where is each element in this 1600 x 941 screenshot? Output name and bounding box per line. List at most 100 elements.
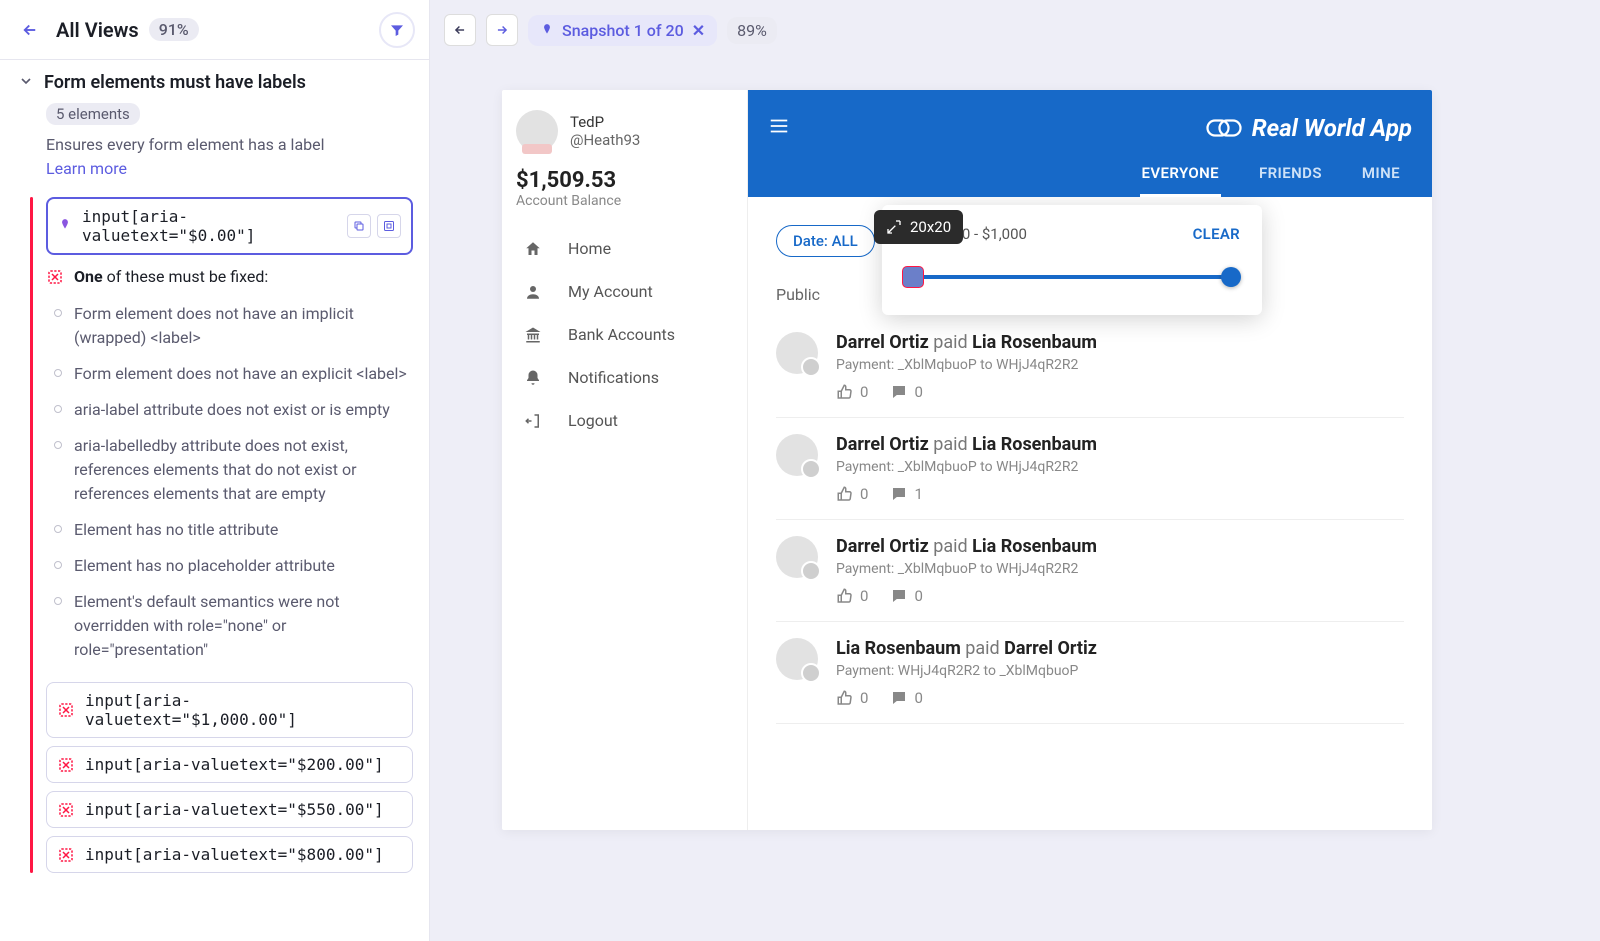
comment-count[interactable]: 1	[890, 485, 922, 503]
account-balance: $1,509.53	[516, 168, 733, 193]
fix-item: Element's default semantics were not ove…	[54, 584, 413, 668]
element-selector-row[interactable]: input[aria-valuetext="$1,000.00"]	[46, 682, 413, 738]
transaction-item[interactable]: Darrel Ortiz paid Lia Rosenbaum Payment: …	[776, 316, 1404, 418]
thumbs-up-icon	[836, 383, 854, 401]
slider-track	[908, 275, 1236, 279]
crosshair-icon	[57, 756, 75, 774]
sidebar-item-my-account[interactable]: My Account	[516, 270, 733, 313]
snapshot-close-button[interactable]: ✕	[692, 21, 705, 40]
active-element-selector[interactable]: input[aria-valuetext="$0.00"]	[46, 197, 413, 255]
amount-range-slider[interactable]	[904, 267, 1240, 287]
crosshair-icon	[57, 801, 75, 819]
fix-item: Form element does not have an implicit (…	[54, 296, 413, 356]
sidebar-item-logout[interactable]: Logout	[516, 399, 733, 442]
fix-item: Form element does not have an explicit <…	[54, 356, 413, 392]
avatar	[776, 434, 818, 476]
transaction-title: Darrel Ortiz paid Lia Rosenbaum	[836, 332, 1404, 353]
clear-range-button[interactable]: CLEAR	[1193, 225, 1240, 243]
sidebar-item-notifications[interactable]: Notifications	[516, 356, 733, 399]
thumbs-up-icon	[836, 689, 854, 707]
copy-selector-button[interactable]	[347, 214, 371, 238]
tab-friends[interactable]: FRIENDS	[1257, 152, 1324, 197]
slider-handle-max[interactable]	[1221, 267, 1241, 287]
comment-count[interactable]: 0	[890, 383, 922, 401]
notifications-icon	[522, 369, 544, 387]
fix-header: One of these must be fixed:	[74, 267, 268, 286]
inspect-element-button[interactable]	[377, 214, 401, 238]
transaction-title: Darrel Ortiz paid Lia Rosenbaum	[836, 536, 1404, 557]
tab-everyone[interactable]: EVERYONE	[1140, 152, 1221, 197]
comment-count[interactable]: 0	[890, 689, 922, 707]
element-size-tooltip: 20x20	[874, 210, 963, 244]
transaction-item[interactable]: Lia Rosenbaum paid Darrel Ortiz Payment: …	[776, 622, 1404, 724]
preview-frame: TedP @Heath93 $1,509.53 Account Balance …	[502, 90, 1432, 830]
transaction-subtitle: Payment: WHjJ4qR2R2 to _XblMqbuoP	[836, 663, 1404, 679]
comment-icon	[890, 689, 908, 707]
sidebar-item-home[interactable]: Home	[516, 227, 733, 270]
like-count[interactable]: 0	[836, 383, 868, 401]
fix-item: aria-labelledby attribute does not exist…	[54, 428, 413, 512]
issue-description: Ensures every form element has a label	[46, 135, 325, 154]
transaction-title: Lia Rosenbaum paid Darrel Ortiz	[836, 638, 1404, 659]
comment-icon	[890, 587, 908, 605]
resize-icon	[886, 219, 902, 235]
thumbs-up-icon	[836, 485, 854, 503]
fix-item: Element has no title attribute	[54, 512, 413, 548]
fix-item: aria-label attribute does not exist or i…	[54, 392, 413, 428]
pin-icon	[58, 217, 72, 236]
elements-count-badge: 5 elements	[46, 103, 140, 125]
zoom-indicator: 89%	[727, 17, 777, 44]
tree-line	[30, 197, 33, 873]
logout-icon	[522, 412, 544, 430]
selector-text: input[aria-valuetext="$0.00"]	[82, 207, 337, 245]
date-filter-chip[interactable]: Date: ALL	[776, 225, 875, 257]
transaction-subtitle: Payment: _XblMqbuoP to WHjJ4qR2R2	[836, 459, 1404, 475]
issue-title: Form elements must have labels	[44, 72, 306, 93]
snapshot-prev-button[interactable]	[444, 14, 476, 46]
crosshair-icon	[57, 701, 75, 719]
like-count[interactable]: 0	[836, 587, 868, 605]
avatar	[776, 536, 818, 578]
chevron-down-icon[interactable]	[18, 73, 34, 93]
brand-logo: Real World App	[1206, 114, 1412, 142]
my-account-icon	[522, 283, 544, 301]
all-views-title: All Views	[56, 18, 139, 42]
filter-button[interactable]	[379, 12, 415, 48]
element-selector-row[interactable]: input[aria-valuetext="$200.00"]	[46, 746, 413, 783]
transaction-subtitle: Payment: _XblMqbuoP to WHjJ4qR2R2	[836, 561, 1404, 577]
user-handle: @Heath93	[570, 131, 640, 149]
avatar	[776, 638, 818, 680]
transaction-title: Darrel Ortiz paid Lia Rosenbaum	[836, 434, 1404, 455]
element-selector-row[interactable]: input[aria-valuetext="$550.00"]	[46, 791, 413, 828]
comment-icon	[890, 383, 908, 401]
account-balance-label: Account Balance	[516, 193, 733, 209]
transaction-subtitle: Payment: _XblMqbuoP to WHjJ4qR2R2	[836, 357, 1404, 373]
pin-icon	[540, 23, 554, 37]
score-pill: 91%	[149, 18, 199, 41]
back-button[interactable]	[14, 14, 46, 46]
transaction-item[interactable]: Darrel Ortiz paid Lia Rosenbaum Payment: …	[776, 520, 1404, 622]
avatar	[516, 110, 558, 152]
brand-icon	[1206, 116, 1242, 140]
transaction-item[interactable]: Darrel Ortiz paid Lia Rosenbaum Payment: …	[776, 418, 1404, 520]
snapshot-label: Snapshot 1 of 20	[562, 21, 684, 40]
sidebar-item-bank-accounts[interactable]: Bank Accounts	[516, 313, 733, 356]
snapshot-chip[interactable]: Snapshot 1 of 20 ✕	[528, 15, 717, 46]
like-count[interactable]: 0	[836, 485, 868, 503]
hamburger-menu-button[interactable]	[768, 115, 792, 141]
bank-accounts-icon	[522, 326, 544, 344]
learn-more-link[interactable]: Learn more	[46, 159, 127, 178]
thumbs-up-icon	[836, 587, 854, 605]
like-count[interactable]: 0	[836, 689, 868, 707]
avatar	[776, 332, 818, 374]
crosshair-icon	[57, 846, 75, 864]
comment-icon	[890, 485, 908, 503]
home-icon	[522, 240, 544, 258]
slider-handle-min[interactable]	[903, 267, 923, 287]
snapshot-next-button[interactable]	[486, 14, 518, 46]
crosshair-icon	[46, 268, 64, 286]
user-name: TedP	[570, 113, 640, 131]
element-selector-row[interactable]: input[aria-valuetext="$800.00"]	[46, 836, 413, 873]
tab-mine[interactable]: MINE	[1360, 152, 1402, 197]
comment-count[interactable]: 0	[890, 587, 922, 605]
